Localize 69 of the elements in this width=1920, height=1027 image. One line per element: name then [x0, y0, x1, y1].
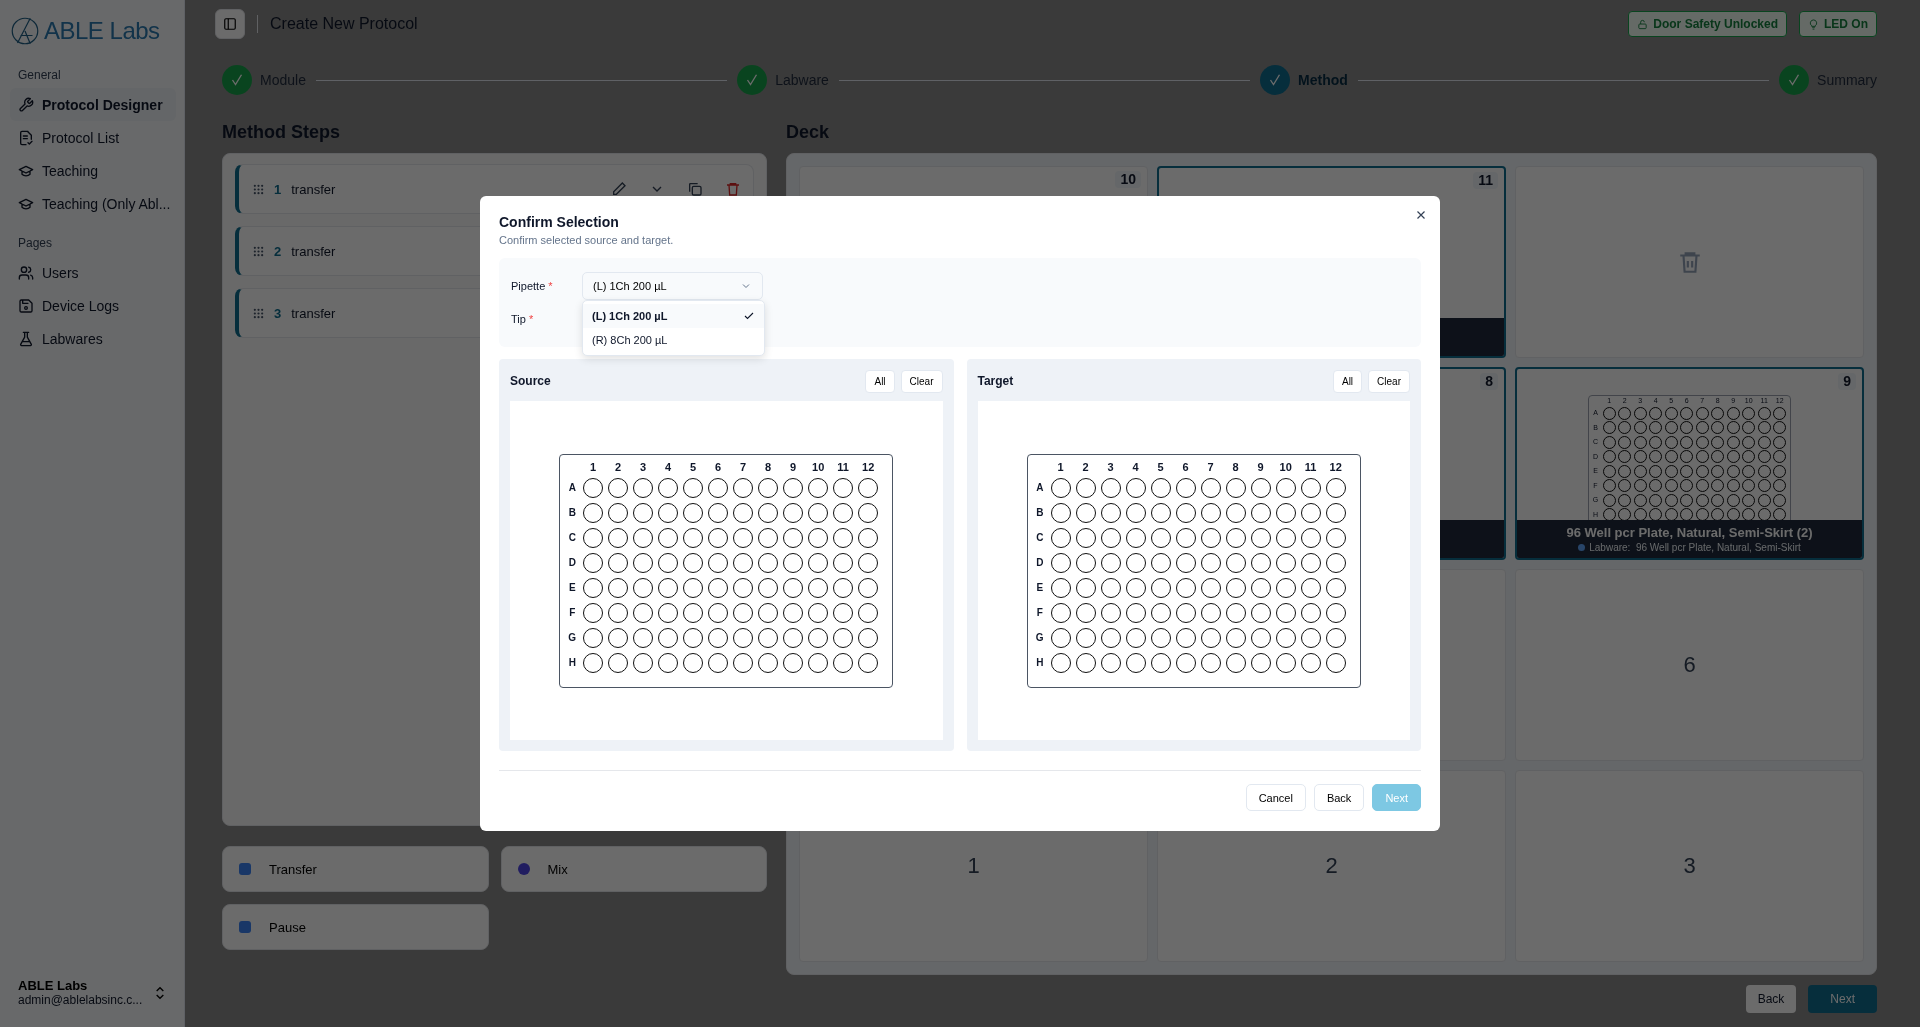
row-label: A	[1036, 482, 1044, 493]
slot-number: 2	[1325, 852, 1338, 879]
column-label: 8	[765, 460, 772, 473]
column-label: 12	[862, 460, 875, 473]
row-label: B	[568, 507, 576, 518]
section-title: Pages	[18, 236, 54, 250]
column-label: 2	[615, 460, 622, 473]
labware-type: Labware: 96 Well pcr Plate, Natural, Semi-Skirt	[1589, 541, 1801, 553]
row-label: H	[568, 657, 576, 668]
column-label: 4	[665, 460, 672, 473]
column-label: 10	[812, 460, 825, 473]
panel-title: Target	[977, 374, 1014, 388]
required-mark: *	[548, 279, 553, 292]
column-label: 8	[1232, 460, 1239, 473]
dialog-subtitle: Confirm selected source and target.	[499, 234, 675, 246]
column-label: 12	[1329, 460, 1342, 473]
brand-name: ABLE Labs	[44, 17, 160, 45]
row-label: B	[1036, 507, 1044, 518]
column-label: 1	[590, 460, 597, 473]
column-label: 11	[837, 460, 849, 473]
column-label: 3	[640, 460, 647, 473]
column-label: 2	[1082, 460, 1089, 473]
row-label: C	[1036, 532, 1044, 543]
column-label: 10	[1279, 460, 1292, 473]
dialog-title: Confirm Selection	[499, 214, 620, 230]
row-label: F	[1036, 607, 1043, 618]
slot-number: 3	[1683, 852, 1696, 879]
status-badge: LED On	[1799, 11, 1877, 37]
slot-number: 8	[1480, 373, 1498, 391]
step-number: 3	[274, 305, 282, 321]
field-label: Tip	[511, 312, 526, 325]
row-label: D	[1036, 557, 1044, 568]
panel-title: Source	[510, 374, 551, 388]
slot-number: 9	[1838, 373, 1856, 391]
slot-number: 10	[1115, 171, 1141, 188]
required-mark: *	[528, 312, 534, 325]
slot-number: 11	[1473, 172, 1498, 189]
row-label: G	[1035, 632, 1044, 643]
row-label: H	[1036, 657, 1044, 668]
step-number: 1	[274, 181, 282, 197]
field-label: Pipette	[511, 279, 546, 292]
column-label: 9	[1257, 460, 1264, 473]
column-label: 7	[1207, 460, 1214, 473]
column-label: 5	[1157, 460, 1164, 473]
step-name: transfer	[291, 243, 336, 259]
column-label: 9	[790, 460, 797, 473]
row-label: G	[568, 632, 577, 643]
row-label: F	[569, 607, 576, 618]
column-label: 4	[1132, 460, 1139, 473]
column-label: 1	[1057, 460, 1064, 473]
column-label: 6	[1182, 460, 1189, 473]
row-label: C	[568, 532, 576, 543]
row-label: D	[568, 557, 576, 568]
column-label: 3	[1107, 460, 1114, 473]
column-label: 11	[1304, 460, 1317, 473]
section-title: General	[18, 68, 62, 82]
step-number: 2	[274, 243, 282, 259]
slot-number: 1	[967, 852, 980, 879]
column-label: 6	[715, 460, 722, 473]
row-label: E	[1036, 582, 1044, 593]
status-badge: Door Safety Unlocked	[1628, 11, 1787, 37]
column-label: 5	[690, 460, 697, 473]
column-label: 7	[740, 460, 747, 473]
step-name: transfer	[291, 181, 336, 197]
row-label: E	[568, 582, 576, 593]
row-label: A	[568, 482, 576, 493]
labware-name: 96 Well pcr Plate, Natural, Semi-Skirt (2)	[1566, 524, 1813, 540]
slot-number: 6	[1683, 651, 1696, 678]
step-name: transfer	[291, 305, 336, 321]
